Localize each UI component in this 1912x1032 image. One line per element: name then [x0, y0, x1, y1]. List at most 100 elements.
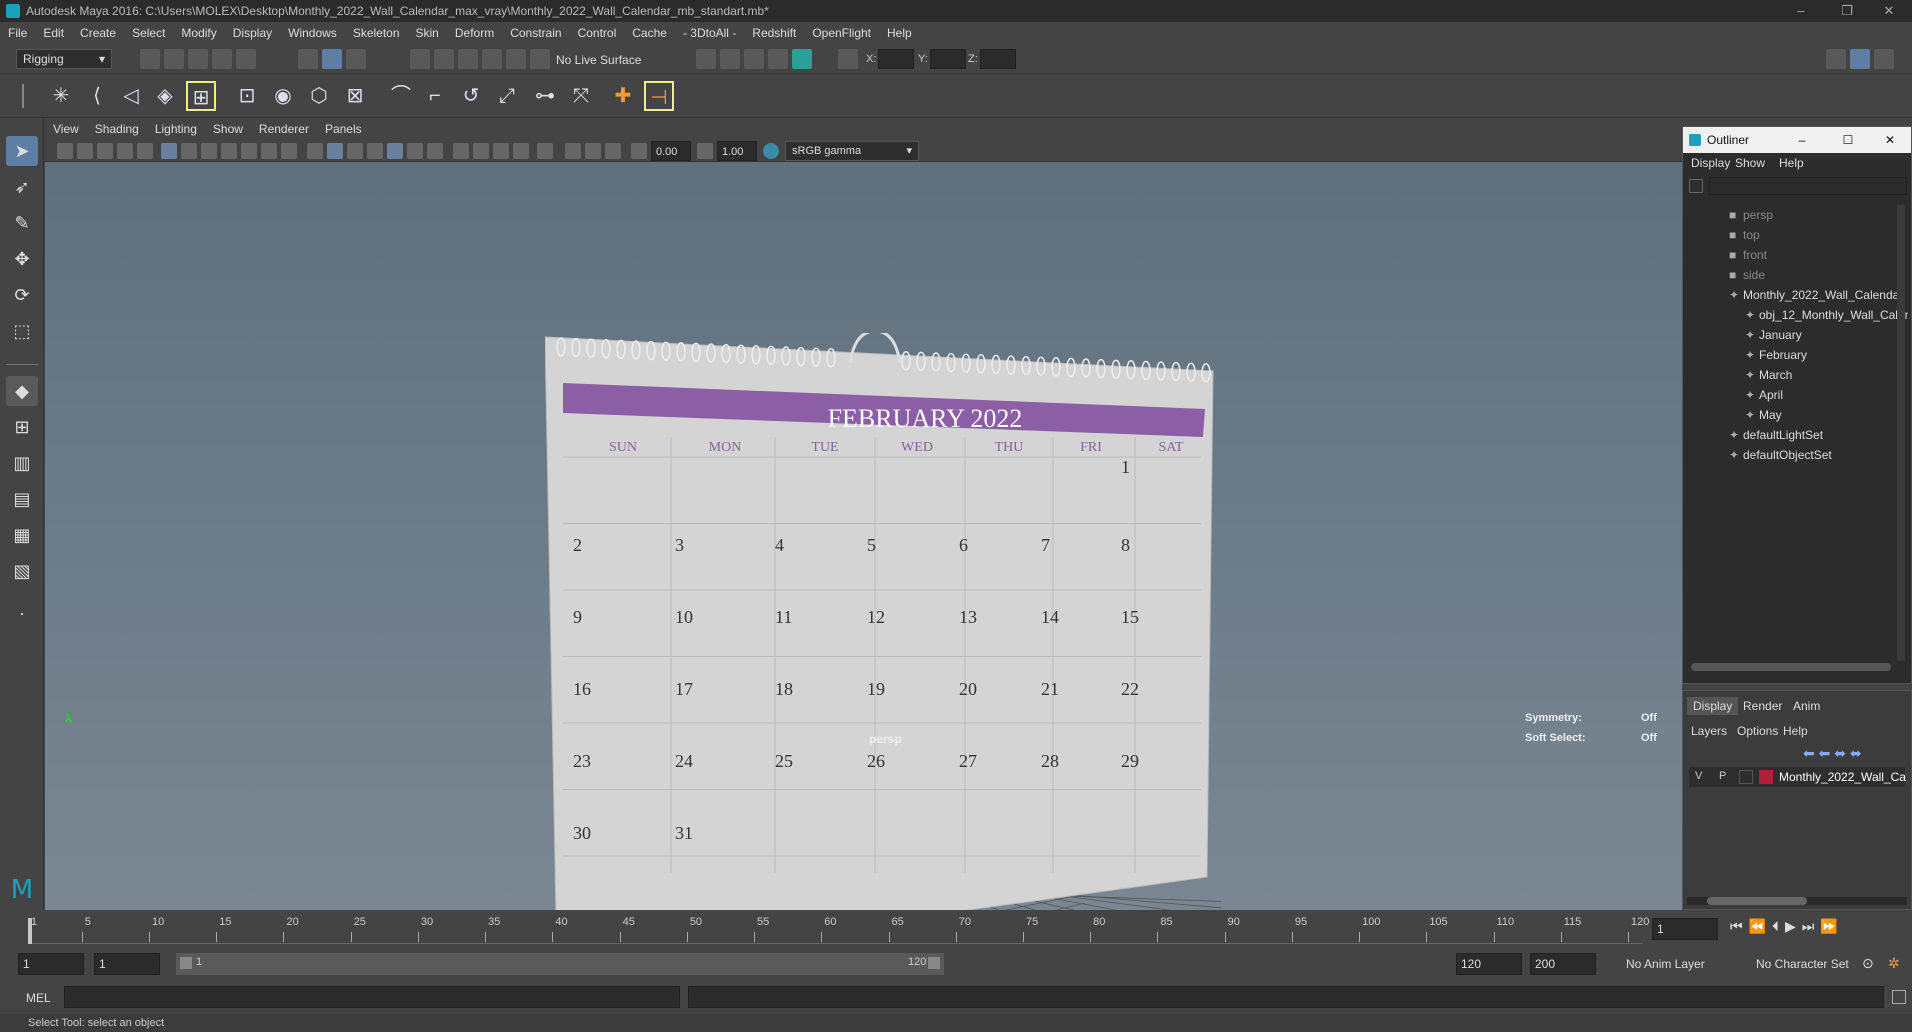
color-management-icon[interactable] — [763, 143, 779, 159]
outliner-menu-item-0[interactable]: Display — [1691, 156, 1730, 170]
layer-tab-1[interactable]: Render — [1737, 697, 1788, 715]
live-surface-label[interactable]: No Live Surface — [556, 53, 641, 67]
select-hierarchy-icon[interactable] — [298, 49, 318, 69]
character-set-dropdown[interactable]: No Character Set — [1756, 957, 1849, 971]
pole-vector-icon[interactable]: ⤧ — [566, 81, 596, 111]
minimize-button[interactable]: – — [1778, 0, 1824, 22]
use-all-lights-icon[interactable] — [407, 143, 423, 159]
viewport-menu-item-1[interactable]: Shading — [87, 118, 147, 140]
layers-scroll-thumb[interactable] — [1707, 897, 1807, 905]
xray-icon[interactable] — [565, 143, 581, 159]
snap-point-icon[interactable] — [458, 49, 478, 69]
menu-item-4[interactable]: Modify — [173, 22, 224, 44]
outliner-item[interactable]: ■ top — [1683, 225, 1908, 245]
viewport-menu-item-2[interactable]: Lighting — [147, 118, 205, 140]
backface-culling-icon[interactable] — [605, 143, 621, 159]
menu-item-11[interactable]: Control — [570, 22, 625, 44]
animation-prefs-icon[interactable]: ✲ — [1888, 955, 1900, 972]
filter-icon[interactable] — [1689, 179, 1703, 193]
layer-playback-toggle[interactable]: P — [1719, 770, 1726, 782]
calendar-model[interactable]: FEBRUARY 2022 SUN MON TUE WED THU FRI SAT 12 3 4… — [545, 333, 1221, 971]
camera-attributes-icon[interactable] — [57, 143, 73, 159]
render-view-icon[interactable] — [696, 49, 716, 69]
more-layouts-icon[interactable]: · — [6, 598, 38, 628]
outliner-item[interactable]: ■ front — [1683, 245, 1908, 265]
orient-constraint-icon[interactable]: ↺ — [456, 81, 486, 111]
outliner-item[interactable]: ✦ defaultLightSet — [1683, 425, 1908, 445]
viewport-menu-item-0[interactable]: View — [45, 118, 87, 140]
layer-menu-item-2[interactable]: Help — [1783, 724, 1808, 738]
smooth-shade-icon[interactable] — [327, 143, 343, 159]
auto-key-icon[interactable]: ⊙ — [1862, 955, 1874, 972]
range-bar[interactable]: 1 120 — [176, 953, 944, 975]
parent-constraint-icon[interactable]: ⊶ — [530, 81, 560, 111]
layer-menu-item-1[interactable]: Options — [1737, 724, 1778, 738]
magnet-icon[interactable] — [530, 49, 550, 69]
viewport-persp[interactable]: View Shading Lighting Show Renderer Panels 0.… — [45, 118, 1682, 968]
menu-item-15[interactable]: OpenFlight — [804, 22, 879, 44]
outliner-item[interactable]: ✦ April — [1683, 385, 1908, 405]
four-view-layout-icon[interactable]: ⊞ — [6, 412, 38, 442]
scale-constraint-icon[interactable]: ⤢ — [492, 81, 522, 111]
isolate-select-icon[interactable] — [537, 143, 553, 159]
layer-row[interactable]: V P Monthly_2022_Wall_Ca — [1689, 767, 1906, 787]
rotate-tool-icon[interactable]: ⟳ — [6, 280, 38, 310]
script-language-label[interactable]: MEL — [26, 991, 51, 1005]
image-plane-icon[interactable] — [97, 143, 113, 159]
outliner-vscrollbar[interactable] — [1897, 205, 1905, 661]
film-gate-icon[interactable] — [181, 143, 197, 159]
persp-graph-layout-icon[interactable]: ▤ — [6, 484, 38, 514]
outliner-item[interactable]: ✦obj_12_Monthly_Wall_Calendar — [1683, 305, 1908, 325]
menu-item-0[interactable]: File — [0, 22, 35, 44]
select-tool-icon[interactable]: ➤ — [6, 136, 38, 166]
ik-spline-icon[interactable]: ◁ — [116, 81, 146, 111]
default-material-icon[interactable] — [347, 143, 363, 159]
time-slider[interactable]: 1 5 10 15 20 25 30 35 40 45 50 55 60 65 70 75 80 85 90 95 10… — [0, 910, 1912, 948]
menu-item-6[interactable]: Windows — [280, 22, 345, 44]
locator-icon[interactable]: ✚ — [608, 81, 638, 111]
exposure-icon[interactable] — [631, 143, 647, 159]
select-component-icon[interactable] — [346, 49, 366, 69]
snap-view-icon[interactable] — [482, 49, 502, 69]
viewport-menu-item-4[interactable]: Renderer — [251, 118, 317, 140]
outliner-item[interactable]: ■ side — [1683, 265, 1908, 285]
playback-start-field[interactable]: 1 — [94, 953, 160, 975]
gamma-icon[interactable] — [697, 143, 713, 159]
xray-joints-icon[interactable] — [585, 143, 601, 159]
outliner-item[interactable]: ✦ May — [1683, 405, 1908, 425]
depth-of-field-icon[interactable] — [513, 143, 529, 159]
layer-visibility-toggle[interactable]: V — [1695, 770, 1702, 782]
ipr-render-icon[interactable] — [744, 49, 764, 69]
script-editor-icon[interactable] — [1892, 990, 1906, 1004]
range-end-handle[interactable] — [928, 957, 940, 969]
current-time-marker[interactable] — [28, 918, 32, 944]
anim-end-field[interactable]: 200 — [1530, 953, 1596, 975]
anti-aliasing-icon[interactable] — [493, 143, 509, 159]
insert-joint-icon[interactable]: ◈ — [150, 81, 180, 111]
mirror-joint-icon[interactable]: ⊞ — [186, 81, 216, 111]
safe-title-icon[interactable] — [281, 143, 297, 159]
redo-icon[interactable] — [236, 49, 256, 69]
layers-hscrollbar[interactable] — [1687, 897, 1907, 905]
y-field[interactable] — [930, 49, 966, 69]
playback-end-field[interactable]: 120 — [1456, 953, 1522, 975]
outliner-item[interactable]: ✦ March — [1683, 365, 1908, 385]
menu-item-7[interactable]: Skeleton — [345, 22, 408, 44]
save-scene-icon[interactable] — [188, 49, 208, 69]
shadows-icon[interactable] — [427, 143, 443, 159]
attribute-editor-icon[interactable] — [1826, 49, 1846, 69]
resolution-gate-icon[interactable] — [201, 143, 217, 159]
screen-space-ao-icon[interactable] — [453, 143, 469, 159]
gamma-field[interactable]: 1.00 — [717, 141, 757, 161]
tool-settings-icon[interactable] — [1874, 49, 1894, 69]
lasso-tool-icon[interactable]: ➶ — [6, 172, 38, 202]
viewport-menu-item-5[interactable]: Panels — [317, 118, 370, 140]
outliner-hscrollbar[interactable] — [1691, 663, 1891, 671]
ik-handle-icon[interactable]: ⟨ — [82, 81, 112, 111]
anim-layer-dropdown[interactable]: No Anim Layer — [1626, 957, 1705, 971]
outliner-minimize-button[interactable]: – — [1787, 127, 1817, 153]
x-field[interactable] — [878, 49, 914, 69]
lattice-icon[interactable]: ⬡ — [304, 81, 334, 111]
cluster-icon[interactable]: ⊠ — [340, 81, 370, 111]
hypershade-icon[interactable] — [792, 49, 812, 69]
